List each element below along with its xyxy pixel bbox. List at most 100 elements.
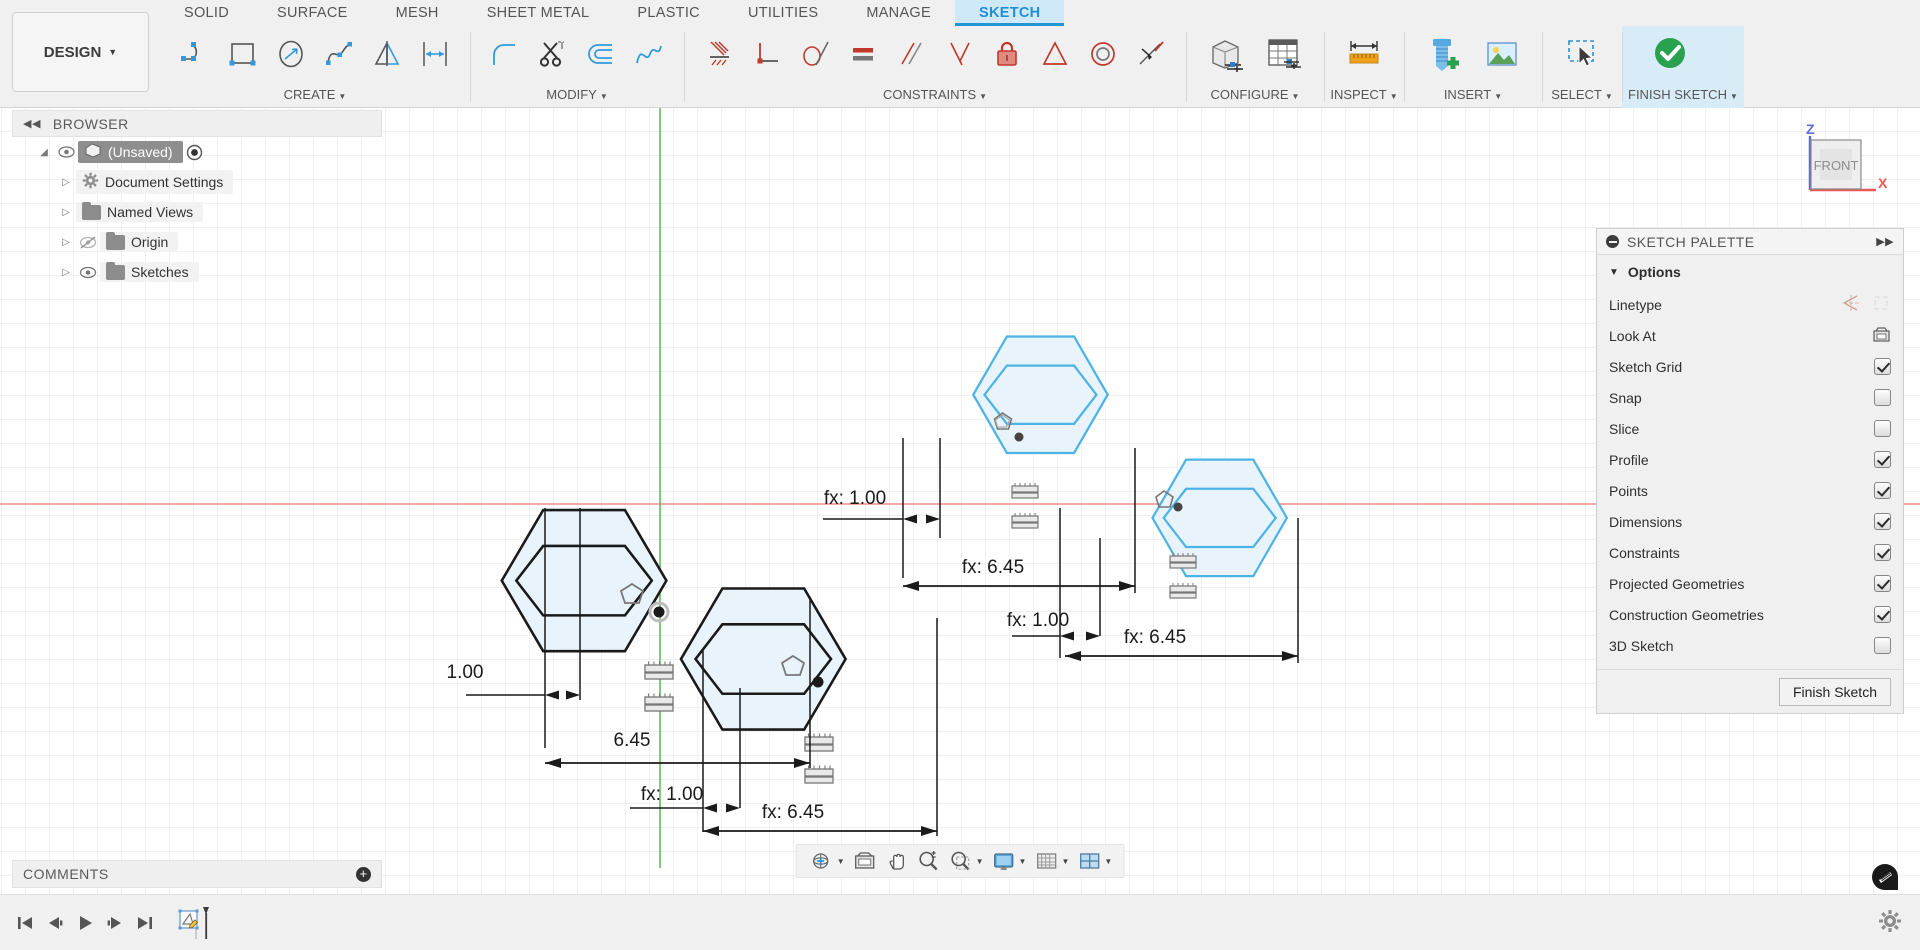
construction-line-icon[interactable] xyxy=(1841,294,1861,315)
equal-icon[interactable] xyxy=(840,29,886,79)
view-cube[interactable]: Z X FRONT xyxy=(1784,118,1888,206)
expand-triangle-icon[interactable]: ◢ xyxy=(34,147,54,158)
tab-utilities[interactable]: UTILITIES xyxy=(724,0,842,26)
options-section-header[interactable]: ▼ Options xyxy=(1597,255,1903,289)
chevron-down-icon[interactable]: ▼ xyxy=(1104,857,1112,866)
tab-plastic[interactable]: PLASTIC xyxy=(613,0,724,26)
mirror-icon[interactable] xyxy=(364,29,410,79)
curvature-icon[interactable] xyxy=(626,29,672,79)
comments-panel[interactable]: COMMENTS + xyxy=(12,860,382,888)
constraints-checkbox[interactable] xyxy=(1874,544,1891,561)
tangent-icon[interactable] xyxy=(792,29,838,79)
chevron-down-icon[interactable]: ▼ xyxy=(837,857,845,866)
look-at-icon[interactable] xyxy=(1872,326,1891,346)
grid-snap-icon[interactable]: ▼ xyxy=(1031,848,1072,874)
collapse-icon[interactable]: ◀◀ xyxy=(23,117,41,130)
finish-check-icon[interactable] xyxy=(1642,29,1698,79)
browser-item-named-views[interactable]: ▷ Named Views xyxy=(12,197,382,227)
play-icon[interactable] xyxy=(70,906,100,940)
centerline-icon[interactable] xyxy=(1871,294,1891,315)
3d-sketch-checkbox[interactable] xyxy=(1874,637,1891,654)
viewports-icon[interactable]: ▼ xyxy=(1074,848,1115,874)
look-at-icon[interactable] xyxy=(850,848,880,874)
browser-item-origin[interactable]: ▷ Origin xyxy=(12,227,382,257)
rectangle-icon[interactable] xyxy=(220,29,266,79)
visibility-eye-icon[interactable] xyxy=(54,146,78,158)
tab-mesh[interactable]: MESH xyxy=(372,0,463,26)
tab-manage[interactable]: MANAGE xyxy=(842,0,955,26)
symmetry-icon[interactable] xyxy=(1032,29,1078,79)
named-views-chip[interactable]: Named Views xyxy=(76,201,204,222)
browser-item-document-settings[interactable]: ▷ Document Settings xyxy=(12,167,382,197)
sketch-feature-icon[interactable] xyxy=(174,906,218,940)
configure-table-icon[interactable] xyxy=(1256,29,1312,79)
coincident-icon[interactable] xyxy=(696,29,742,79)
panel-finish-sketch-label[interactable]: FINISH SKETCH ▼ xyxy=(1628,86,1738,108)
visibility-eye-off-icon[interactable] xyxy=(76,235,100,249)
panel-select-label[interactable]: SELECT ▼ xyxy=(1548,86,1616,108)
collinear-icon[interactable] xyxy=(936,29,982,79)
snap-checkbox[interactable] xyxy=(1874,389,1891,406)
parallel-icon[interactable] xyxy=(888,29,934,79)
construction-geometries-checkbox[interactable] xyxy=(1874,606,1891,623)
visibility-eye-icon[interactable] xyxy=(76,266,100,279)
expand-triangle-icon[interactable]: ▷ xyxy=(56,207,76,218)
help-bubble-icon[interactable] xyxy=(1872,864,1898,890)
sketch-grid-checkbox[interactable] xyxy=(1874,358,1891,375)
panel-insert-label[interactable]: INSERT ▼ xyxy=(1410,86,1536,108)
panel-constraints-label[interactable]: CONSTRAINTS ▼ xyxy=(690,86,1180,108)
insert-mcmaster-icon[interactable] xyxy=(1416,29,1472,79)
timeline-settings-gear-icon[interactable] xyxy=(1878,909,1902,938)
zoom-icon[interactable] xyxy=(914,848,944,874)
add-comment-icon[interactable]: + xyxy=(356,866,371,882)
browser-root-row[interactable]: ◢ (Unsaved) xyxy=(12,137,382,167)
tab-sketch[interactable]: SKETCH xyxy=(954,0,1065,26)
document-settings-chip[interactable]: Document Settings xyxy=(76,170,234,194)
configure-model-icon[interactable] xyxy=(1198,29,1254,79)
expand-triangle-icon[interactable]: ▷ xyxy=(56,237,76,248)
projected-geometries-checkbox[interactable] xyxy=(1874,575,1891,592)
zoom-window-icon[interactable]: ▼ xyxy=(946,848,987,874)
orbit-icon[interactable]: ▼ xyxy=(805,848,848,874)
pan-icon[interactable] xyxy=(882,848,912,874)
chevron-down-icon[interactable]: ▼ xyxy=(976,857,984,866)
workspace-switcher[interactable]: DESIGN ▼ xyxy=(12,12,149,92)
finish-sketch-button[interactable]: Finish Sketch xyxy=(1778,677,1891,706)
browser-item-sketches[interactable]: ▷ Sketches xyxy=(12,257,382,287)
offset-icon[interactable] xyxy=(578,29,624,79)
fillet-icon[interactable] xyxy=(482,29,528,79)
expand-triangle-icon[interactable]: ▷ xyxy=(56,267,76,278)
expand-triangle-icon[interactable]: ▷ xyxy=(56,177,76,188)
perpendicular-icon[interactable] xyxy=(744,29,790,79)
sketches-chip[interactable]: Sketches xyxy=(100,261,199,282)
insert-image-icon[interactable] xyxy=(1474,29,1530,79)
expand-right-icon[interactable]: ▶▶ xyxy=(1876,235,1894,248)
panel-finish-sketch[interactable]: FINISH SKETCH ▼ xyxy=(1622,26,1744,108)
tab-surface[interactable]: SURFACE xyxy=(253,0,372,26)
go-to-end-icon[interactable] xyxy=(130,906,160,940)
spline-icon[interactable] xyxy=(316,29,362,79)
chevron-down-icon[interactable]: ▼ xyxy=(1061,857,1069,866)
radio-active-icon[interactable] xyxy=(183,144,207,161)
chevron-down-icon[interactable]: ▼ xyxy=(1019,857,1027,866)
panel-create-label[interactable]: CREATE ▼ xyxy=(166,86,464,108)
go-to-beginning-icon[interactable] xyxy=(10,906,40,940)
minimize-icon[interactable] xyxy=(1606,235,1619,248)
root-node-chip[interactable]: (Unsaved) xyxy=(78,141,183,163)
dimensions-checkbox[interactable] xyxy=(1874,513,1891,530)
step-forward-icon[interactable] xyxy=(100,906,130,940)
slice-checkbox[interactable] xyxy=(1874,420,1891,437)
trim-scissors-icon[interactable] xyxy=(530,29,576,79)
select-cursor-icon[interactable] xyxy=(1554,29,1610,79)
panel-inspect-label[interactable]: INSPECT ▼ xyxy=(1330,86,1398,108)
panel-configure-label[interactable]: CONFIGURE ▼ xyxy=(1192,86,1318,108)
midpoint-icon[interactable] xyxy=(1128,29,1174,79)
points-checkbox[interactable] xyxy=(1874,482,1891,499)
step-back-icon[interactable] xyxy=(40,906,70,940)
rectangular-pattern-icon[interactable] xyxy=(412,29,458,79)
arc-icon[interactable] xyxy=(172,29,218,79)
circle-diameter-icon[interactable] xyxy=(268,29,314,79)
origin-chip[interactable]: Origin xyxy=(100,231,179,252)
concentric-icon[interactable] xyxy=(1080,29,1126,79)
profile-checkbox[interactable] xyxy=(1874,451,1891,468)
